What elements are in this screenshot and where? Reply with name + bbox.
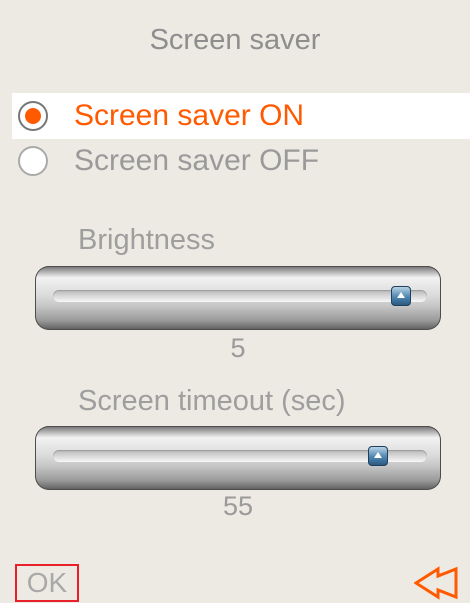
timeout-slider-thumb[interactable] <box>368 446 389 466</box>
option-screen-saver-off[interactable]: Screen saver OFF <box>12 138 470 184</box>
radio-selected-icon[interactable] <box>18 101 48 131</box>
brightness-slider-thumb[interactable] <box>390 286 411 306</box>
back-arrow-icon[interactable] <box>414 566 458 600</box>
page-title: Screen saver <box>149 24 321 56</box>
brightness-value: 5 <box>230 333 246 363</box>
brightness-slider[interactable] <box>35 266 441 330</box>
timeout-label: Screen timeout (sec) <box>78 385 346 417</box>
option-label-off: Screen saver OFF <box>74 144 320 177</box>
brightness-label: Brightness <box>78 224 216 256</box>
timeout-value: 55 <box>222 491 254 521</box>
timeout-slider[interactable] <box>35 426 441 490</box>
ok-button[interactable]: OK <box>15 564 79 602</box>
radio-unselected-icon[interactable] <box>18 146 48 176</box>
option-screen-saver-on[interactable]: Screen saver ON <box>12 93 470 139</box>
option-label-on: Screen saver ON <box>74 99 305 132</box>
brightness-slider-track <box>53 290 427 302</box>
